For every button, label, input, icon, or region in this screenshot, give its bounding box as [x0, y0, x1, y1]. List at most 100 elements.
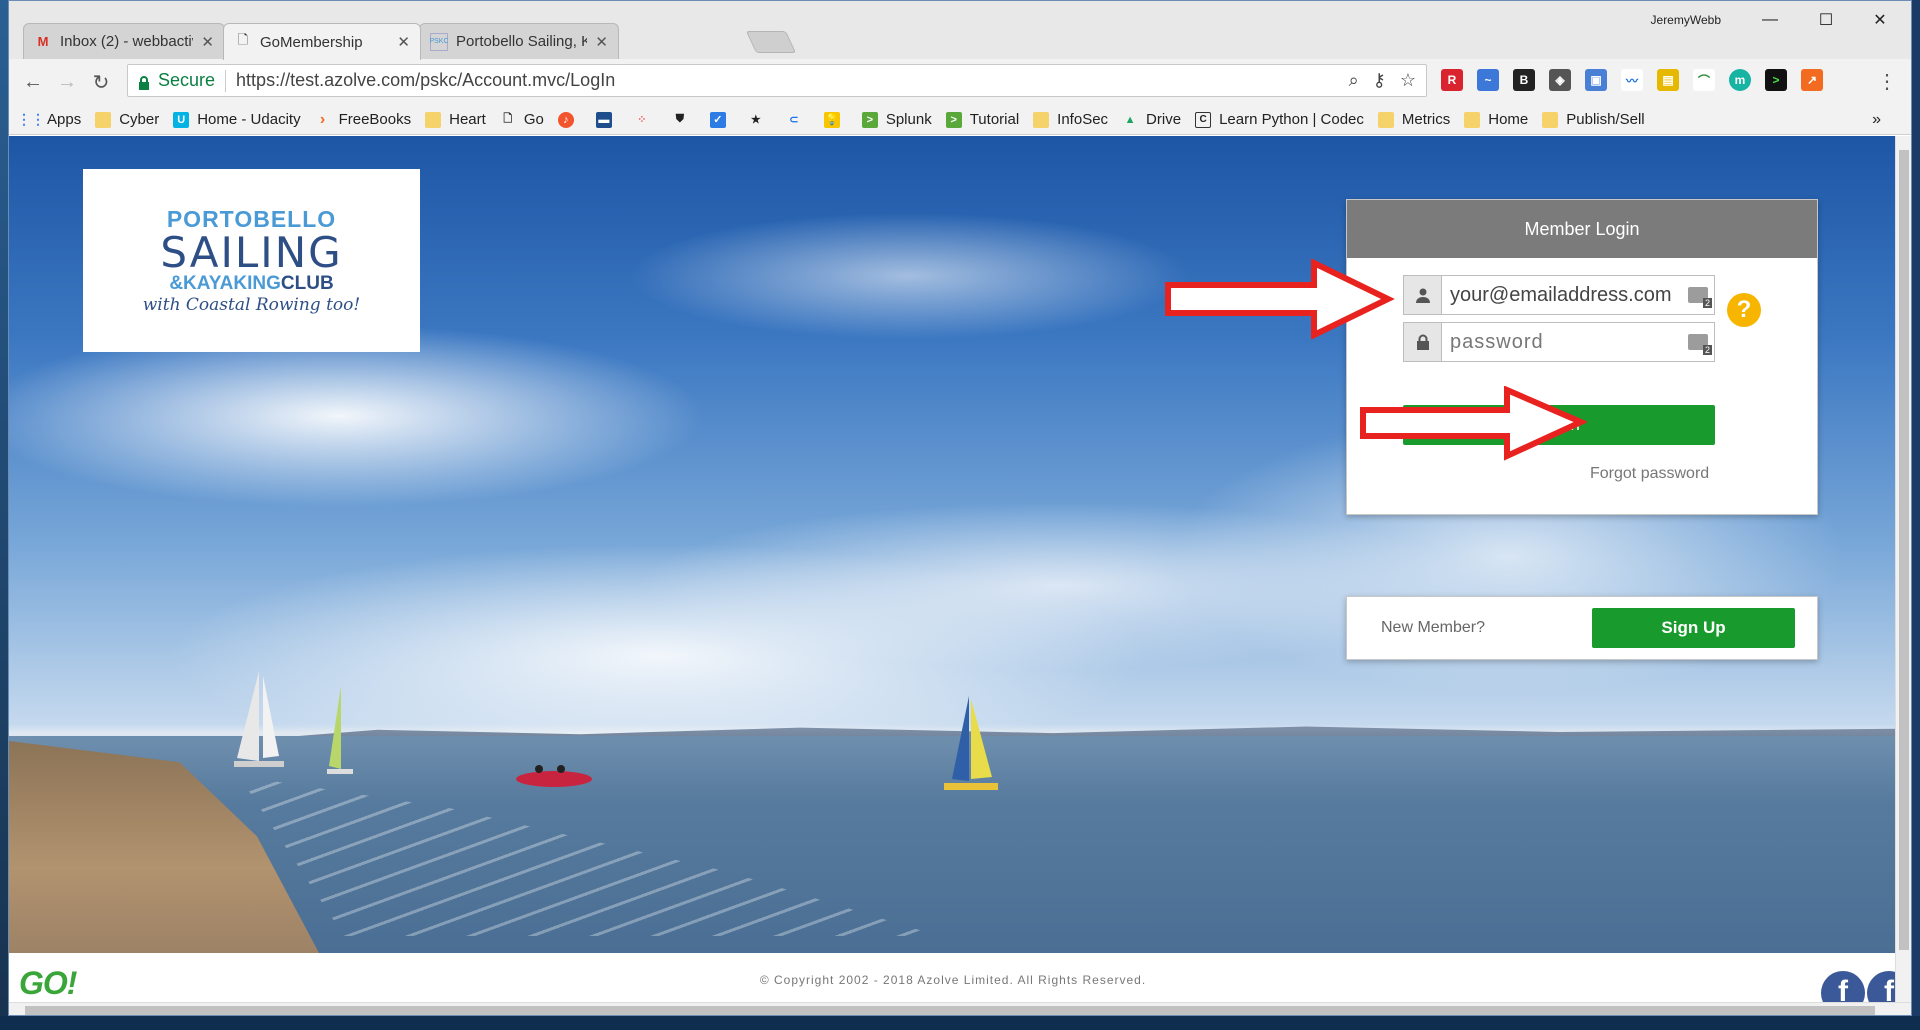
bookmark-splunk[interactable]: > Splunk	[861, 111, 932, 128]
folder-icon	[425, 111, 442, 128]
profile-name[interactable]: JeremyWebb	[1651, 13, 1721, 27]
udacity-icon: U	[173, 111, 190, 128]
help-icon[interactable]: ?	[1727, 293, 1761, 327]
terminal-icon: >	[945, 111, 962, 128]
back-icon[interactable]: ←	[19, 69, 47, 95]
tab-portobello[interactable]: PSKC Portobello Sailing, Kayak ✕	[419, 23, 619, 59]
extensions-row: R ~ B ◈ ▣ 〰 ▤ ⌒ m > ↗	[1441, 69, 1823, 91]
bookmark-cyber[interactable]: Cyber	[95, 111, 159, 128]
maximize-icon[interactable]: ☐	[1803, 7, 1849, 33]
bookmark-label: InfoSec	[1057, 111, 1109, 128]
extension-terminal-icon[interactable]: >	[1765, 69, 1787, 91]
tab-title: Portobello Sailing, Kayak	[456, 33, 587, 50]
tab-gomembership[interactable]: 🗋 GoMembership ✕	[223, 23, 421, 60]
taskbar-edge	[0, 1016, 1920, 1030]
vertical-scrollbar[interactable]	[1895, 136, 1911, 1002]
logo-line-sailing: SAILING	[160, 228, 343, 277]
shield-icon: ⛊	[675, 113, 684, 125]
bookmark-link[interactable]: ⊂	[786, 112, 810, 128]
gmail-icon: M	[37, 34, 49, 49]
address-bar[interactable]: Secure https://test.azolve.com/pskc/Acco…	[127, 64, 1427, 97]
zoom-icon[interactable]: ⌕	[1349, 70, 1359, 91]
bookmark-asana[interactable]: ⁘	[634, 112, 658, 128]
bookmark-publish[interactable]: Publish/Sell	[1542, 111, 1645, 128]
new-member-prompt: New Member?	[1381, 619, 1486, 636]
forgot-password-link[interactable]: Forgot password	[1590, 465, 1709, 483]
sailboat-left	[234, 671, 284, 767]
page-icon: 🗋	[237, 32, 249, 47]
tab-title: Inbox (2) - webbactiveme	[60, 33, 193, 50]
bookmark-apps[interactable]: ⋮⋮ Apps	[17, 111, 81, 128]
bookmark-keep[interactable]: 💡	[823, 111, 848, 128]
bookmark-udacity[interactable]: U Home - Udacity	[173, 111, 301, 128]
bookmark-metrics[interactable]: Metrics	[1377, 111, 1451, 128]
password-manager-icon[interactable]	[1688, 334, 1713, 355]
minimize-icon[interactable]: —	[1747, 7, 1793, 33]
folder-icon	[1377, 111, 1394, 128]
bookmark-label: Publish/Sell	[1566, 111, 1645, 128]
password-field[interactable]: password	[1403, 322, 1715, 362]
chevron-more-icon[interactable]: »	[1872, 111, 1881, 129]
forward-icon[interactable]: →	[53, 69, 81, 95]
folder-icon	[1464, 111, 1481, 128]
extension-b-icon[interactable]: B	[1513, 69, 1535, 91]
bookmark-label: FreeBooks	[338, 111, 412, 128]
key-icon[interactable]: ⚷	[1373, 70, 1386, 91]
browser-menu-icon[interactable]: ⋮	[1877, 69, 1897, 94]
logo-club-text: CLUB	[280, 273, 334, 294]
bookmark-tutorial[interactable]: > Tutorial	[945, 111, 1020, 128]
login-header: Member Login	[1347, 200, 1817, 258]
star-icon[interactable]: ☆	[1400, 70, 1416, 91]
signup-panel: New Member? Sign Up	[1346, 596, 1818, 660]
bookmark-codecademy[interactable]: C Learn Python | Codec	[1195, 111, 1364, 128]
bookmark-star[interactable]: ★	[748, 112, 772, 128]
sailboat-yellow-blue	[944, 696, 998, 790]
extension-m-icon[interactable]: m	[1729, 69, 1751, 91]
bookmark-infosec[interactable]: InfoSec	[1033, 111, 1108, 128]
close-icon[interactable]: ✕	[595, 33, 608, 51]
scrollbar-thumb[interactable]	[25, 1006, 1875, 1015]
new-tab-button[interactable]	[745, 31, 797, 53]
club-logo[interactable]: PORTOBELLO SAILING &KAYAKINGCLUB with Co…	[83, 169, 420, 352]
user-icon	[1404, 276, 1442, 314]
scrollbar-thumb[interactable]	[1899, 150, 1909, 950]
extension-shield-icon[interactable]: ◈	[1549, 69, 1571, 91]
bookmark-music[interactable]: ♪	[557, 111, 582, 128]
bookmark-label: Tutorial	[969, 111, 1020, 128]
bookmark-heart[interactable]: Heart	[425, 111, 486, 128]
extension-arc-icon[interactable]: ⌒	[1693, 69, 1715, 91]
bookmark-freebooks[interactable]: › FreeBooks	[315, 111, 412, 129]
logo-ing-text: ING	[247, 273, 281, 294]
bookmark-home[interactable]: Home	[1464, 111, 1528, 128]
secure-indicator[interactable]: Secure	[128, 70, 215, 91]
window-close-icon[interactable]: ✕	[1857, 7, 1903, 33]
horizontal-scrollbar[interactable]	[9, 1002, 1911, 1015]
reload-icon[interactable]: ↻	[87, 69, 115, 95]
bookmark-mail[interactable]: ▬	[595, 111, 620, 128]
star-icon: ★	[750, 114, 761, 126]
member-login-panel: Member Login your@emailaddress.com passw…	[1346, 199, 1818, 515]
email-value: your@emailaddress.com	[1450, 283, 1672, 306]
extension-analytics-icon[interactable]: ↗	[1801, 69, 1823, 91]
bookmark-go[interactable]: 🗋 Go	[500, 111, 544, 128]
extension-wave-icon[interactable]: 〰	[1621, 69, 1643, 91]
link-icon: ⊂	[789, 114, 799, 126]
extension-r-icon[interactable]: R	[1441, 69, 1463, 91]
tab-title: GoMembership	[260, 33, 363, 51]
bookmark-check[interactable]: ✓	[709, 111, 734, 128]
url-text[interactable]: https://test.azolve.com/pskc/Account.mvc…	[236, 70, 615, 91]
close-icon[interactable]: ✕	[397, 33, 410, 51]
extension-doc-icon[interactable]: ▣	[1585, 69, 1607, 91]
extension-chart-icon[interactable]: ~	[1477, 69, 1499, 91]
bookmark-drive[interactable]: ▲ Drive	[1122, 111, 1181, 128]
close-icon[interactable]: ✕	[201, 33, 214, 51]
extension-notes-icon[interactable]: ▤	[1657, 69, 1679, 91]
sign-up-button[interactable]: Sign Up	[1592, 608, 1795, 648]
password-manager-icon[interactable]	[1688, 287, 1713, 308]
email-field[interactable]: your@emailaddress.com	[1403, 275, 1715, 315]
bookmark-label: Metrics	[1401, 111, 1451, 128]
bookmark-label: Go	[523, 111, 544, 128]
bookmark-shield[interactable]: ⛊	[672, 112, 696, 128]
codecademy-icon: C	[1195, 111, 1212, 128]
tab-inbox[interactable]: M Inbox (2) - webbactiveme ✕	[23, 23, 225, 59]
